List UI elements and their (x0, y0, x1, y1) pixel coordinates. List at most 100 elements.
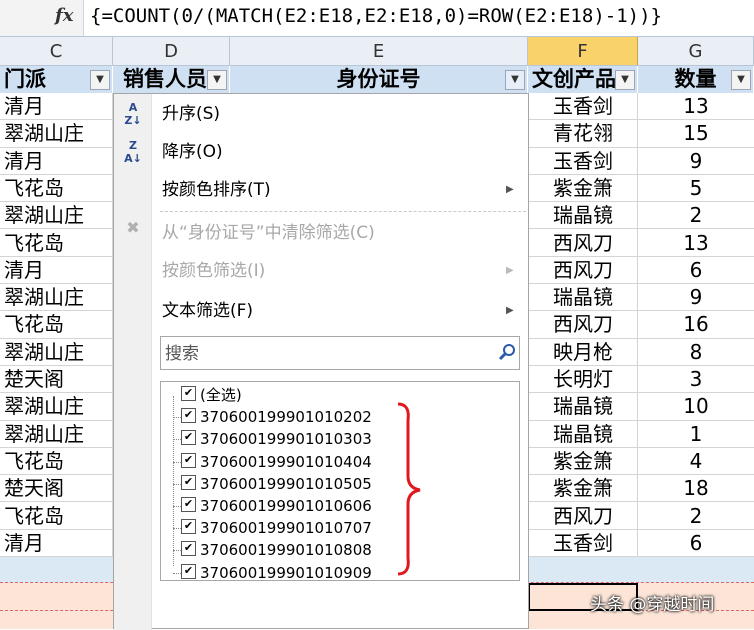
quantity-cell[interactable]: 4 (638, 448, 754, 476)
sect-cell[interactable]: 翠湖山庄 (0, 393, 113, 421)
sect-cell[interactable]: 飞花岛 (0, 311, 113, 339)
checkbox[interactable]: ✔ (181, 519, 196, 535)
checkbox[interactable]: ✔ (181, 452, 196, 468)
product-cell[interactable]: 瑞晶镜 (528, 393, 638, 421)
sect-cell[interactable]: 飞花岛 (0, 175, 113, 203)
product-cell[interactable]: 西风刀 (528, 503, 638, 530)
column-header-g[interactable]: G (638, 37, 754, 66)
filter-dropdown-button[interactable]: ▼ (90, 70, 110, 90)
quantity-cell[interactable]: 10 (638, 393, 754, 421)
column-header-c[interactable]: C (0, 37, 113, 66)
tree-line (173, 528, 181, 530)
sort-descending-item[interactable]: 降序(O) (162, 137, 223, 167)
sect-cell[interactable]: 翠湖山庄 (0, 339, 113, 366)
filter-dropdown-button-active[interactable]: ▼ (505, 70, 525, 90)
filter-value-item[interactable]: ✔ 370600199901010202 (181, 406, 372, 428)
checkbox[interactable]: ✔ (181, 541, 196, 557)
product-cell[interactable]: 玉香剑 (528, 530, 638, 558)
quantity-cell[interactable]: 16 (638, 311, 754, 339)
filter-value-item[interactable]: ✔ 370600199901010303 (181, 428, 372, 450)
column-header-d[interactable]: D (113, 37, 230, 66)
filter-value-label: 370600199901010202 (200, 408, 372, 427)
checkbox[interactable]: ✔ (181, 386, 196, 401)
product-cell[interactable]: 西风刀 (528, 311, 638, 339)
product-cell[interactable]: 长明灯 (528, 366, 638, 394)
filter-value-label: 370600199901010707 (200, 519, 372, 538)
formula-input[interactable]: {=COUNT(0/(MATCH(E2:E18,E2:E18,0)=ROW(E2… (90, 5, 662, 27)
quantity-cell[interactable]: 13 (638, 93, 754, 121)
sect-cell[interactable]: 飞花岛 (0, 503, 113, 530)
search-input[interactable] (161, 337, 487, 371)
sect-cell[interactable]: 清月 (0, 257, 113, 285)
filter-value-list: ✔ (全选) ✔ 370600199901010202 ✔ 370600199901010… (160, 381, 520, 584)
product-cell[interactable]: 紫金箫 (528, 475, 638, 503)
checkbox[interactable]: ✔ (181, 430, 196, 446)
filter-dropdown-button[interactable]: ▼ (731, 70, 751, 90)
filter-value-item[interactable]: ✔ 370600199901010404 (181, 451, 372, 473)
quantity-cell[interactable]: 1 (638, 421, 754, 448)
select-all-item[interactable]: ✔ (全选) (181, 384, 242, 406)
sect-cell[interactable]: 清月 (0, 93, 113, 121)
checkbox[interactable]: ✔ (181, 474, 196, 490)
sect-cell[interactable]: 翠湖山庄 (0, 421, 113, 448)
sect-cell[interactable]: 飞花岛 (0, 448, 113, 476)
filter-by-color-item[interactable]: 按颜色筛选(I) (162, 256, 265, 286)
column-header-e[interactable]: E (230, 37, 528, 66)
text-filter-item[interactable]: 文本筛选(F) (162, 296, 253, 326)
product-cell[interactable]: 玉香剑 (528, 93, 638, 121)
quantity-cell[interactable]: 15 (638, 120, 754, 148)
filter-value-item[interactable]: ✔ 370600199901010808 (181, 539, 372, 561)
search-icon[interactable] (497, 342, 517, 362)
submenu-arrow-icon: ▶ (506, 305, 514, 316)
quantity-cell[interactable]: 13 (638, 230, 754, 257)
sect-cell[interactable]: 清月 (0, 148, 113, 175)
menu-icon-strip (114, 94, 152, 630)
quantity-cell[interactable]: 9 (638, 148, 754, 175)
sort-ascending-item[interactable]: 升序(S) (162, 99, 220, 129)
quantity-cell[interactable]: 9 (638, 284, 754, 312)
sect-cell[interactable]: 楚天阁 (0, 366, 113, 394)
filter-dropdown-button[interactable]: ▼ (615, 70, 635, 90)
sect-cell[interactable]: 飞花岛 (0, 230, 113, 257)
filter-value-item[interactable]: ✔ 370600199901010707 (181, 517, 372, 539)
sect-cell[interactable]: 清月 (0, 530, 113, 558)
sect-cell[interactable]: 楚天阁 (0, 475, 113, 503)
quantity-cell[interactable]: 2 (638, 503, 754, 530)
product-cell[interactable]: 映月枪 (528, 339, 638, 366)
sort-by-color-item[interactable]: 按颜色排序(T) (162, 175, 271, 205)
header-cell-id-number: 身份证号 (230, 66, 528, 93)
search-box[interactable] (160, 336, 520, 371)
checkbox[interactable]: ✔ (181, 497, 196, 512)
fx-icon[interactable]: fx (55, 5, 73, 26)
quantity-cell[interactable]: 6 (638, 257, 754, 285)
product-cell[interactable]: 紫金箫 (528, 175, 638, 203)
quantity-cell[interactable]: 2 (638, 202, 754, 230)
quantity-cell[interactable]: 5 (638, 175, 754, 203)
formula-bar: fx {=COUNT(0/(MATCH(E2:E18,E2:E18,0)=ROW… (0, 0, 754, 37)
sect-cell[interactable]: 翠湖山庄 (0, 202, 113, 230)
clear-filter-item[interactable]: 从“身份证号”中清除筛选(C) (162, 218, 375, 248)
quantity-cell[interactable]: 6 (638, 530, 754, 558)
filter-value-label: 370600199901010303 (200, 430, 372, 449)
filter-value-item[interactable]: ✔ 370600199901010505 (181, 473, 372, 495)
product-cell[interactable]: 玉香剑 (528, 148, 638, 175)
quantity-cell[interactable]: 3 (638, 366, 754, 394)
sect-cell[interactable]: 翠湖山庄 (0, 284, 113, 312)
sect-cell[interactable]: 翠湖山庄 (0, 120, 113, 148)
autofilter-menu: A Z↓ 升序(S) Z A↓ 降序(O) 按颜色排序(T) ▶ ✖ 从“身份证号”… (113, 93, 529, 630)
product-cell[interactable]: 紫金箫 (528, 448, 638, 476)
checkbox[interactable]: ✔ (181, 408, 196, 424)
product-cell[interactable]: 西风刀 (528, 230, 638, 257)
product-cell[interactable]: 青花翎 (528, 120, 638, 148)
product-cell[interactable]: 瑞晶镜 (528, 284, 638, 312)
column-header-f[interactable]: F (528, 37, 638, 66)
quantity-cell[interactable]: 18 (638, 475, 754, 503)
product-cell[interactable]: 瑞晶镜 (528, 202, 638, 230)
filter-value-item[interactable]: ✔ 370600199901010606 (181, 495, 372, 517)
checkbox[interactable]: ✔ (181, 563, 196, 579)
filter-dropdown-button[interactable]: ▼ (207, 70, 227, 90)
product-cell[interactable]: 瑞晶镜 (528, 421, 638, 448)
filter-value-item[interactable]: ✔ 370600199901010909 (181, 562, 372, 584)
product-cell[interactable]: 西风刀 (528, 257, 638, 285)
quantity-cell[interactable]: 8 (638, 339, 754, 366)
